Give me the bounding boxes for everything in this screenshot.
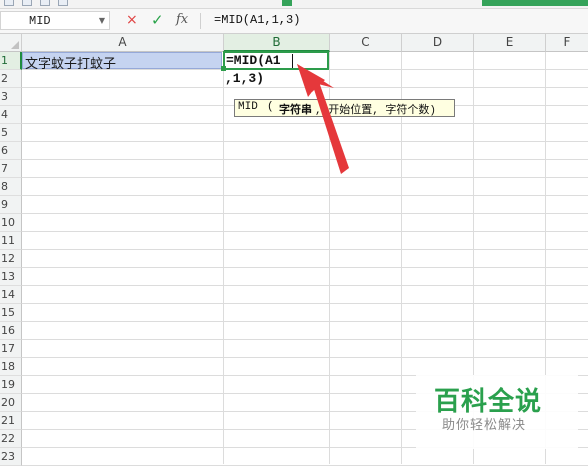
- watermark-brand: 百科全说: [434, 387, 543, 417]
- watermark-logo: 百科全说 助你轻松解决: [416, 375, 578, 449]
- watermark-slogan: 助你轻松解决: [442, 418, 527, 433]
